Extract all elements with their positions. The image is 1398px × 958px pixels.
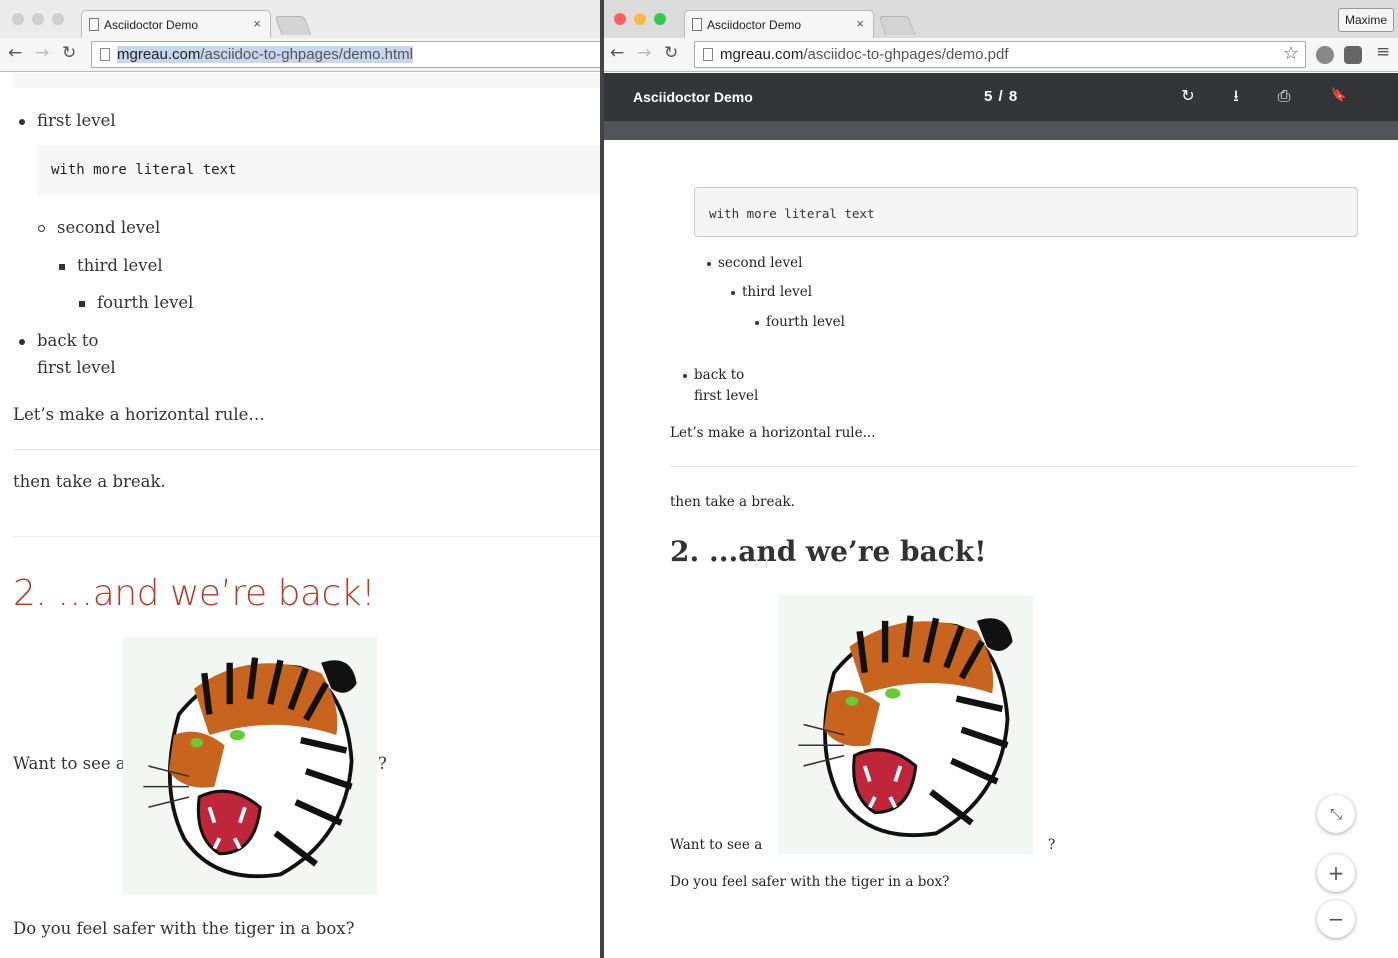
bookmark-icon[interactable]: 🔖 (1322, 86, 1356, 106)
page-indicator[interactable]: 5 / 8 (984, 88, 1018, 105)
back-arrow-icon[interactable]: ← (610, 43, 624, 63)
square-bullet (59, 264, 65, 270)
page-break-rule (13, 536, 604, 537)
window-edge (600, 0, 604, 958)
forward-arrow-icon[interactable]: → (35, 43, 49, 63)
print-icon[interactable]: ⎙ (1274, 86, 1294, 106)
extension-icon[interactable] (1316, 46, 1334, 64)
paragraph-safer: Do you feel safer with the tiger in a bo… (13, 919, 355, 938)
html-page-content: first level with more literal text secon… (0, 73, 604, 958)
paragraph-hr-intro: Let’s make a horizontal rule... (670, 425, 876, 441)
horizontal-rule (670, 466, 1358, 467)
list-item-back-first-level: first level (37, 358, 116, 377)
paragraph-break: then take a break. (13, 472, 166, 491)
paragraph-want-to-see: Want to see a (13, 754, 126, 773)
close-window-button[interactable] (614, 13, 626, 25)
close-tab-icon[interactable]: × (856, 16, 864, 31)
list-item-second-level: second level (718, 255, 803, 271)
download-icon[interactable]: ⭳ (1226, 86, 1246, 106)
url-host: mgreau.com (117, 46, 201, 63)
section-heading: 2. …and we’re back! (13, 573, 376, 614)
page-icon (89, 18, 99, 31)
pdf-toolbar: Asciidoctor Demo 5 / 8 ↻ ⭳ ⎙ 🔖 (604, 73, 1398, 121)
bullet (755, 321, 759, 325)
reload-icon[interactable]: ↻ (62, 43, 76, 63)
circle-bullet (38, 225, 45, 232)
tiger-image (123, 637, 377, 895)
list-item-fourth-level: fourth level (97, 293, 194, 312)
disc-bullet (19, 339, 25, 345)
horizontal-rule (13, 449, 604, 450)
list-item-third-level: third level (77, 256, 163, 275)
list-item-second-level: second level (57, 218, 161, 237)
list-item-first-level: first level (37, 111, 116, 130)
list-item-back-to: back to (37, 331, 99, 350)
pdf-viewer-background (604, 121, 1398, 140)
bullet (707, 262, 711, 266)
tab-strip: Asciidoctor Demo × Maxime (604, 0, 1398, 38)
section-heading: 2. ...and we’re back! (670, 535, 987, 568)
question-mark: ? (1048, 837, 1056, 853)
question-mark: ? (378, 754, 387, 773)
list-item-fourth-level: fourth level (766, 314, 845, 330)
page-icon (692, 18, 702, 31)
bullet (731, 291, 735, 295)
list-item-back-to: back to (694, 367, 745, 383)
url-path: /asciidoc-to-ghpages/demo.html (200, 46, 413, 63)
browser-toolbar: ← → ↻ mgreau.com/asciidoc-to-ghpages/dem… (604, 38, 1398, 72)
zoom-in-button[interactable]: + (1317, 854, 1355, 892)
zoom-window-button[interactable] (52, 13, 64, 25)
pdf-title: Asciidoctor Demo (633, 89, 753, 105)
pdf-page: with more literal text second level thir… (607, 140, 1398, 958)
paragraph-safer: Do you feel safer with the tiger in a bo… (670, 874, 950, 890)
fit-to-page-button[interactable]: ⤡ (1317, 795, 1355, 833)
paragraph-hr-intro: Let’s make a horizontal rule… (13, 405, 265, 424)
list-item-back-first-level: first level (694, 388, 759, 404)
address-bar[interactable]: mgreau.com/asciidoc-to-ghpages/demo.pdf … (694, 41, 1306, 68)
profile-button[interactable]: Maxime (1337, 8, 1394, 32)
tab-title: Asciidoctor Demo (707, 18, 802, 32)
literal-block: with more literal text (37, 145, 604, 195)
url-text: mgreau.com/asciidoc-to-ghpages/demo.pdf (720, 46, 1009, 63)
minimize-window-button[interactable] (634, 13, 646, 25)
tab-asciidoctor-demo[interactable]: Asciidoctor Demo × (81, 10, 271, 38)
close-tab-icon[interactable]: × (253, 16, 261, 31)
tiger-image (778, 595, 1033, 854)
literal-block: with more literal text (694, 187, 1358, 237)
literal-text: with more literal text (51, 162, 237, 178)
back-arrow-icon[interactable]: ← (8, 43, 22, 63)
tab-title: Asciidoctor Demo (104, 18, 199, 32)
url-path: /asciidoc-to-ghpages/demo.pdf (803, 46, 1009, 63)
address-bar[interactable]: mgreau.com/asciidoc-to-ghpages/demo.html (91, 41, 604, 68)
menu-icon[interactable]: ≡ (1376, 42, 1390, 62)
url-text: mgreau.com/asciidoc-to-ghpages/demo.html (117, 46, 413, 63)
url-host: mgreau.com (720, 46, 804, 63)
forward-arrow-icon[interactable]: → (637, 43, 651, 63)
listing-block-fragment (13, 73, 604, 88)
new-tab-button[interactable] (878, 16, 916, 35)
paragraph-want-to-see: Want to see a (670, 837, 763, 853)
page-icon (703, 48, 713, 61)
bookmark-star-icon[interactable]: ☆ (1283, 43, 1299, 64)
zoom-window-button[interactable] (654, 13, 666, 25)
extension-icon[interactable] (1344, 46, 1362, 64)
reload-icon[interactable]: ↻ (664, 43, 678, 63)
disc-bullet (19, 119, 25, 125)
close-window-button[interactable] (12, 13, 24, 25)
zoom-out-button[interactable]: − (1317, 900, 1355, 938)
paragraph-break: then take a break. (670, 494, 795, 510)
browser-toolbar: ← → ↻ mgreau.com/asciidoc-to-ghpages/dem… (0, 38, 604, 72)
html-browser-window: Asciidoctor Demo × ← → ↻ mgreau.com/asci… (0, 0, 604, 958)
rotate-icon[interactable]: ↻ (1178, 86, 1198, 106)
bullet (683, 374, 687, 378)
page-icon (100, 48, 110, 61)
square-bullet (79, 301, 85, 307)
tab-asciidoctor-demo[interactable]: Asciidoctor Demo × (684, 10, 874, 38)
new-tab-button[interactable] (274, 16, 312, 35)
tab-strip: Asciidoctor Demo × (0, 0, 604, 38)
list-item-third-level: third level (742, 284, 813, 300)
minimize-window-button[interactable] (32, 13, 44, 25)
literal-text: with more literal text (709, 206, 875, 221)
